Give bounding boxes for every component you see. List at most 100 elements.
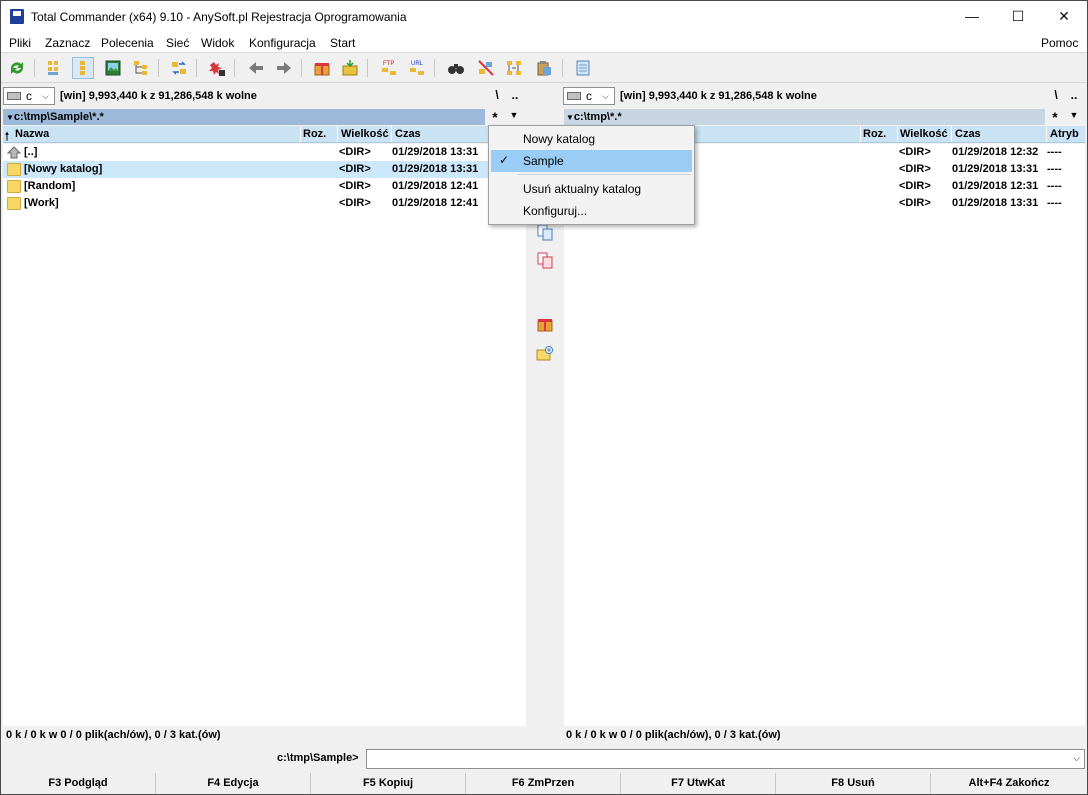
ftp-icon[interactable]: FTP bbox=[378, 57, 400, 79]
new-folder-icon[interactable] bbox=[534, 343, 556, 365]
drive-icon bbox=[7, 92, 21, 100]
f8-delete-button[interactable]: F8 Usuń bbox=[776, 773, 931, 794]
menu-pomoc[interactable]: Pomoc bbox=[1041, 36, 1078, 50]
folder-icon bbox=[7, 197, 21, 210]
unpack-icon[interactable] bbox=[339, 57, 361, 79]
menu-item-label: Sample bbox=[523, 154, 564, 168]
left-hotlist-icon[interactable]: ▼ bbox=[507, 110, 521, 126]
menu-polecenia[interactable]: Polecenia bbox=[101, 36, 154, 50]
path-dropdown-icon: ▼ bbox=[6, 113, 14, 122]
sync-dirs-icon[interactable] bbox=[168, 57, 190, 79]
left-drive-select[interactable]: c ⌵ bbox=[3, 87, 55, 105]
right-history-button[interactable]: * bbox=[1048, 109, 1062, 125]
left-drive-letter: c bbox=[26, 89, 32, 103]
command-line-input[interactable]: ⌵ bbox=[366, 749, 1085, 769]
thumbnails-view-icon[interactable] bbox=[102, 57, 124, 79]
menu-item-label: Nowy katalog bbox=[523, 132, 596, 146]
f7-mkdir-button[interactable]: F7 UtwKat bbox=[621, 773, 776, 794]
brief-view-icon[interactable] bbox=[44, 57, 66, 79]
menu-pliki[interactable]: Pliki bbox=[9, 36, 31, 50]
col-date[interactable]: Czas bbox=[395, 128, 421, 140]
file-size: <DIR> bbox=[339, 163, 371, 175]
copy-names-icon[interactable] bbox=[533, 57, 555, 79]
hotlist-item-remove-current[interactable]: Usuń aktualny katalog bbox=[491, 178, 692, 200]
list-item-selected[interactable]: [Nowy katalog] <DIR> 01/29/2018 13:31 bbox=[3, 161, 526, 178]
col-ext[interactable]: Roz. bbox=[303, 128, 326, 140]
menu-start[interactable]: Start bbox=[330, 36, 355, 50]
forward-icon[interactable] bbox=[273, 57, 295, 79]
move-icon[interactable] bbox=[534, 249, 556, 271]
right-hotlist-icon[interactable]: ▼ bbox=[1067, 110, 1081, 126]
back-icon[interactable] bbox=[245, 57, 267, 79]
left-drive-bar: c ⌵ [win] 9,993,440 k z 91,286,548 k wol… bbox=[3, 85, 524, 107]
url-icon[interactable]: URL bbox=[406, 57, 428, 79]
file-name: [Random] bbox=[24, 180, 76, 192]
col-name[interactable]: Nazwa bbox=[15, 128, 49, 140]
right-file-list[interactable]: <DIR> 01/29/2018 12:32 ---- <DIR> 01/29/… bbox=[564, 144, 1085, 726]
list-item[interactable]: [..] <DIR> 01/29/2018 13:31 bbox=[3, 144, 526, 161]
folder-icon bbox=[7, 163, 21, 176]
file-date: 01/29/2018 12:32 bbox=[952, 146, 1039, 158]
invert-selection-icon[interactable] bbox=[206, 57, 228, 79]
f5-copy-button[interactable]: F5 Kopiuj bbox=[311, 773, 466, 794]
col-attr[interactable]: Atryb bbox=[1050, 128, 1079, 140]
file-date: 01/29/2018 12:41 bbox=[392, 197, 479, 209]
menu-siec[interactable]: Sieć bbox=[166, 36, 189, 50]
hotlist-item-new-folder[interactable]: Nowy katalog bbox=[491, 128, 692, 150]
title-bar: Total Commander (x64) 9.10 - AnySoft.pl … bbox=[1, 1, 1087, 32]
file-size: <DIR> bbox=[339, 146, 371, 158]
menu-zaznacz[interactable]: Zaznacz bbox=[45, 36, 90, 50]
compare-dirs-icon[interactable] bbox=[503, 57, 525, 79]
left-file-list[interactable]: [..] <DIR> 01/29/2018 13:31 [Nowy katalo… bbox=[3, 144, 526, 726]
file-name: [Nowy katalog] bbox=[24, 163, 103, 175]
list-item[interactable]: [Work] <DIR> 01/29/2018 12:41 bbox=[3, 195, 526, 212]
f4-edit-button[interactable]: F4 Edycja bbox=[156, 773, 311, 794]
right-drive-select[interactable]: c ⌵ bbox=[563, 87, 615, 105]
hotlist-item-sample[interactable]: ✓ Sample bbox=[491, 150, 692, 172]
file-size: <DIR> bbox=[339, 197, 371, 209]
main-window: Total Commander (x64) 9.10 - AnySoft.pl … bbox=[0, 0, 1088, 795]
f3-view-button[interactable]: F3 Podgląd bbox=[1, 773, 156, 794]
left-up-button[interactable]: .. bbox=[508, 88, 522, 104]
file-size: <DIR> bbox=[899, 180, 931, 192]
gift-pack-icon[interactable] bbox=[534, 313, 556, 335]
alt-f4-exit-button[interactable]: Alt+F4 Zakończ bbox=[931, 773, 1087, 794]
col-size[interactable]: Wielkość bbox=[900, 128, 948, 140]
search-icon[interactable] bbox=[445, 57, 467, 79]
col-date[interactable]: Czas bbox=[955, 128, 981, 140]
menu-item-label: Usuń aktualny katalog bbox=[523, 182, 642, 196]
tree-view-icon[interactable] bbox=[130, 57, 152, 79]
list-item[interactable]: [Random] <DIR> 01/29/2018 12:41 bbox=[3, 178, 526, 195]
right-path-bar[interactable]: ▼c:\tmp\*.* bbox=[563, 109, 1045, 125]
multi-rename-icon[interactable] bbox=[475, 57, 497, 79]
toolbar-separator bbox=[234, 59, 235, 77]
notepad-icon[interactable] bbox=[572, 57, 594, 79]
pack-icon[interactable] bbox=[311, 57, 333, 79]
col-ext[interactable]: Roz. bbox=[863, 128, 886, 140]
right-root-button[interactable]: \ bbox=[1049, 88, 1063, 104]
file-name: [Work] bbox=[24, 197, 59, 209]
right-up-button[interactable]: .. bbox=[1067, 88, 1081, 104]
menu-item-label: Konfiguruj... bbox=[523, 204, 588, 218]
full-view-icon[interactable] bbox=[72, 57, 94, 79]
file-size: <DIR> bbox=[899, 146, 931, 158]
col-size[interactable]: Wielkość bbox=[341, 128, 389, 140]
close-button[interactable]: ✕ bbox=[1041, 1, 1087, 32]
command-prompt-label: c:\tmp\Sample> bbox=[277, 752, 359, 764]
hotlist-item-configure[interactable]: Konfiguruj... bbox=[491, 200, 692, 222]
path-dropdown-icon: ▼ bbox=[566, 113, 574, 122]
minimize-button[interactable]: — bbox=[949, 1, 995, 32]
menu-widok[interactable]: Widok bbox=[201, 36, 234, 50]
toolbar-separator bbox=[434, 59, 435, 77]
refresh-icon[interactable] bbox=[6, 57, 28, 79]
menu-konfiguracja[interactable]: Konfiguracja bbox=[249, 36, 316, 50]
left-history-button[interactable]: * bbox=[488, 109, 502, 125]
chevron-down-icon: ⌵ bbox=[42, 91, 49, 101]
f6-move-button[interactable]: F6 ZmPrzen bbox=[466, 773, 621, 794]
file-attr: ---- bbox=[1047, 146, 1062, 158]
maximize-button[interactable]: ☐ bbox=[995, 1, 1041, 32]
chevron-down-icon[interactable]: ⌵ bbox=[1073, 753, 1080, 764]
directory-hotlist-menu: Nowy katalog ✓ Sample Usuń aktualny kata… bbox=[488, 125, 695, 225]
left-root-button[interactable]: \ bbox=[490, 88, 504, 104]
left-path-bar[interactable]: ▼c:\tmp\Sample\*.* bbox=[3, 109, 485, 125]
